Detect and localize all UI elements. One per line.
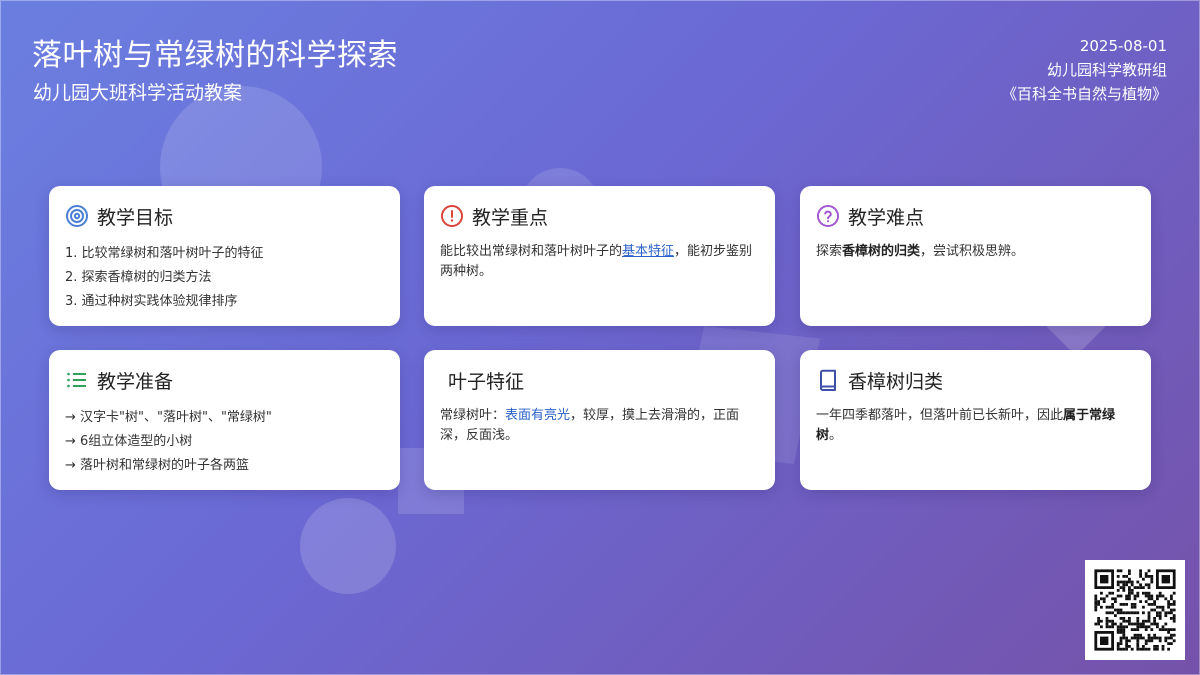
card-title: 教学目标 bbox=[97, 206, 174, 229]
list-item: 2. 探索香樟树的归类方法 bbox=[65, 270, 212, 285]
qr-code bbox=[1085, 560, 1185, 660]
card-leaf-features: 叶子特征 常绿树叶：表面有亮光，较厚，摸上去滑滑的，正面深，反面浅。 bbox=[424, 350, 775, 490]
source-label: 《百科全书自然与植物》 bbox=[1001, 85, 1167, 103]
card-title: 叶子特征 bbox=[448, 370, 525, 393]
list-item: → 6组立体造型的小树 bbox=[65, 434, 193, 449]
text-segment: 常绿树叶： bbox=[440, 408, 506, 423]
text-segment: ，尝试积极思辨。 bbox=[920, 244, 1025, 259]
preparation-list: → 汉字卡"树"、"落叶树"、"常绿树" → 6组立体造型的小树 → 落叶树和常… bbox=[65, 406, 384, 478]
author-label: 幼儿园科学教研组 bbox=[1046, 61, 1167, 79]
list-icon bbox=[65, 368, 89, 392]
card-header: 教学目标 bbox=[65, 202, 384, 230]
card-title: 香樟树归类 bbox=[848, 370, 944, 393]
card-header: 教学准备 bbox=[65, 366, 384, 394]
page-title: 落叶树与常绿树的科学探索 bbox=[32, 38, 398, 73]
card-header: 香樟树归类 bbox=[816, 366, 1135, 394]
card-camphor: 香樟树归类 一年四季都落叶，但落叶前已长新叶，因此属于常绿树。 bbox=[800, 350, 1151, 490]
card-difficulty: 教学难点 探索香樟树的归类，尝试积极思辨。 bbox=[800, 186, 1151, 326]
card-title: 教学难点 bbox=[848, 206, 925, 229]
card-text: 探索香樟树的归类，尝试积极思辨。 bbox=[816, 242, 1135, 262]
list-item: 3. 通过种树实践体验规律排序 bbox=[65, 294, 238, 309]
card-header: 叶子特征 bbox=[440, 366, 759, 394]
card-header: 教学难点 bbox=[816, 202, 1135, 230]
page-subtitle: 幼儿园大班科学活动教案 bbox=[33, 82, 243, 104]
list-item: → 落叶树和常绿树的叶子各两篮 bbox=[65, 458, 250, 473]
alert-circle-icon bbox=[440, 204, 464, 228]
bold-text: 香樟树的归类 bbox=[842, 244, 921, 259]
highlight-text: 表面有亮光 bbox=[505, 408, 571, 423]
basic-features-link[interactable]: 基本特征 bbox=[622, 244, 674, 259]
card-text: 一年四季都落叶，但落叶前已长新叶，因此属于常绿树。 bbox=[816, 406, 1135, 446]
card-preparation: 教学准备 → 汉字卡"树"、"落叶树"、"常绿树" → 6组立体造型的小树 → … bbox=[49, 350, 400, 490]
text-segment: 一年四季都落叶，但落叶前已长新叶，因此 bbox=[816, 408, 1064, 423]
target-icon bbox=[65, 204, 89, 228]
card-text: 能比较出常绿树和落叶树叶子的基本特征，能初步鉴别两种树。 bbox=[440, 242, 759, 282]
card-title: 教学准备 bbox=[97, 370, 174, 393]
header-meta: 2025-08-01 幼儿园科学教研组 《百科全书自然与植物》 bbox=[1002, 34, 1167, 106]
card-header: 教学重点 bbox=[440, 202, 759, 230]
objectives-list: 1. 比较常绿树和落叶树叶子的特征 2. 探索香樟树的归类方法 3. 通过种树实… bbox=[65, 242, 384, 314]
book-icon bbox=[816, 368, 840, 392]
text-segment: 能比较出常绿树和落叶树叶子的 bbox=[440, 244, 623, 259]
date-label: 2025-08-01 bbox=[1079, 37, 1167, 55]
text-segment: 探索 bbox=[816, 244, 843, 259]
question-circle-icon bbox=[816, 204, 840, 228]
card-objectives: 教学目标 1. 比较常绿树和落叶树叶子的特征 2. 探索香樟树的归类方法 3. … bbox=[49, 186, 400, 326]
list-item: → 汉字卡"树"、"落叶树"、"常绿树" bbox=[65, 410, 272, 425]
card-key-points: 教学重点 能比较出常绿树和落叶树叶子的基本特征，能初步鉴别两种树。 bbox=[424, 186, 775, 326]
card-title: 教学重点 bbox=[472, 206, 549, 229]
list-item: 1. 比较常绿树和落叶树叶子的特征 bbox=[65, 246, 264, 261]
text-segment: 。 bbox=[829, 428, 843, 443]
card-text: 常绿树叶：表面有亮光，较厚，摸上去滑滑的，正面深，反面浅。 bbox=[440, 406, 759, 446]
decorative-circle bbox=[300, 498, 396, 594]
